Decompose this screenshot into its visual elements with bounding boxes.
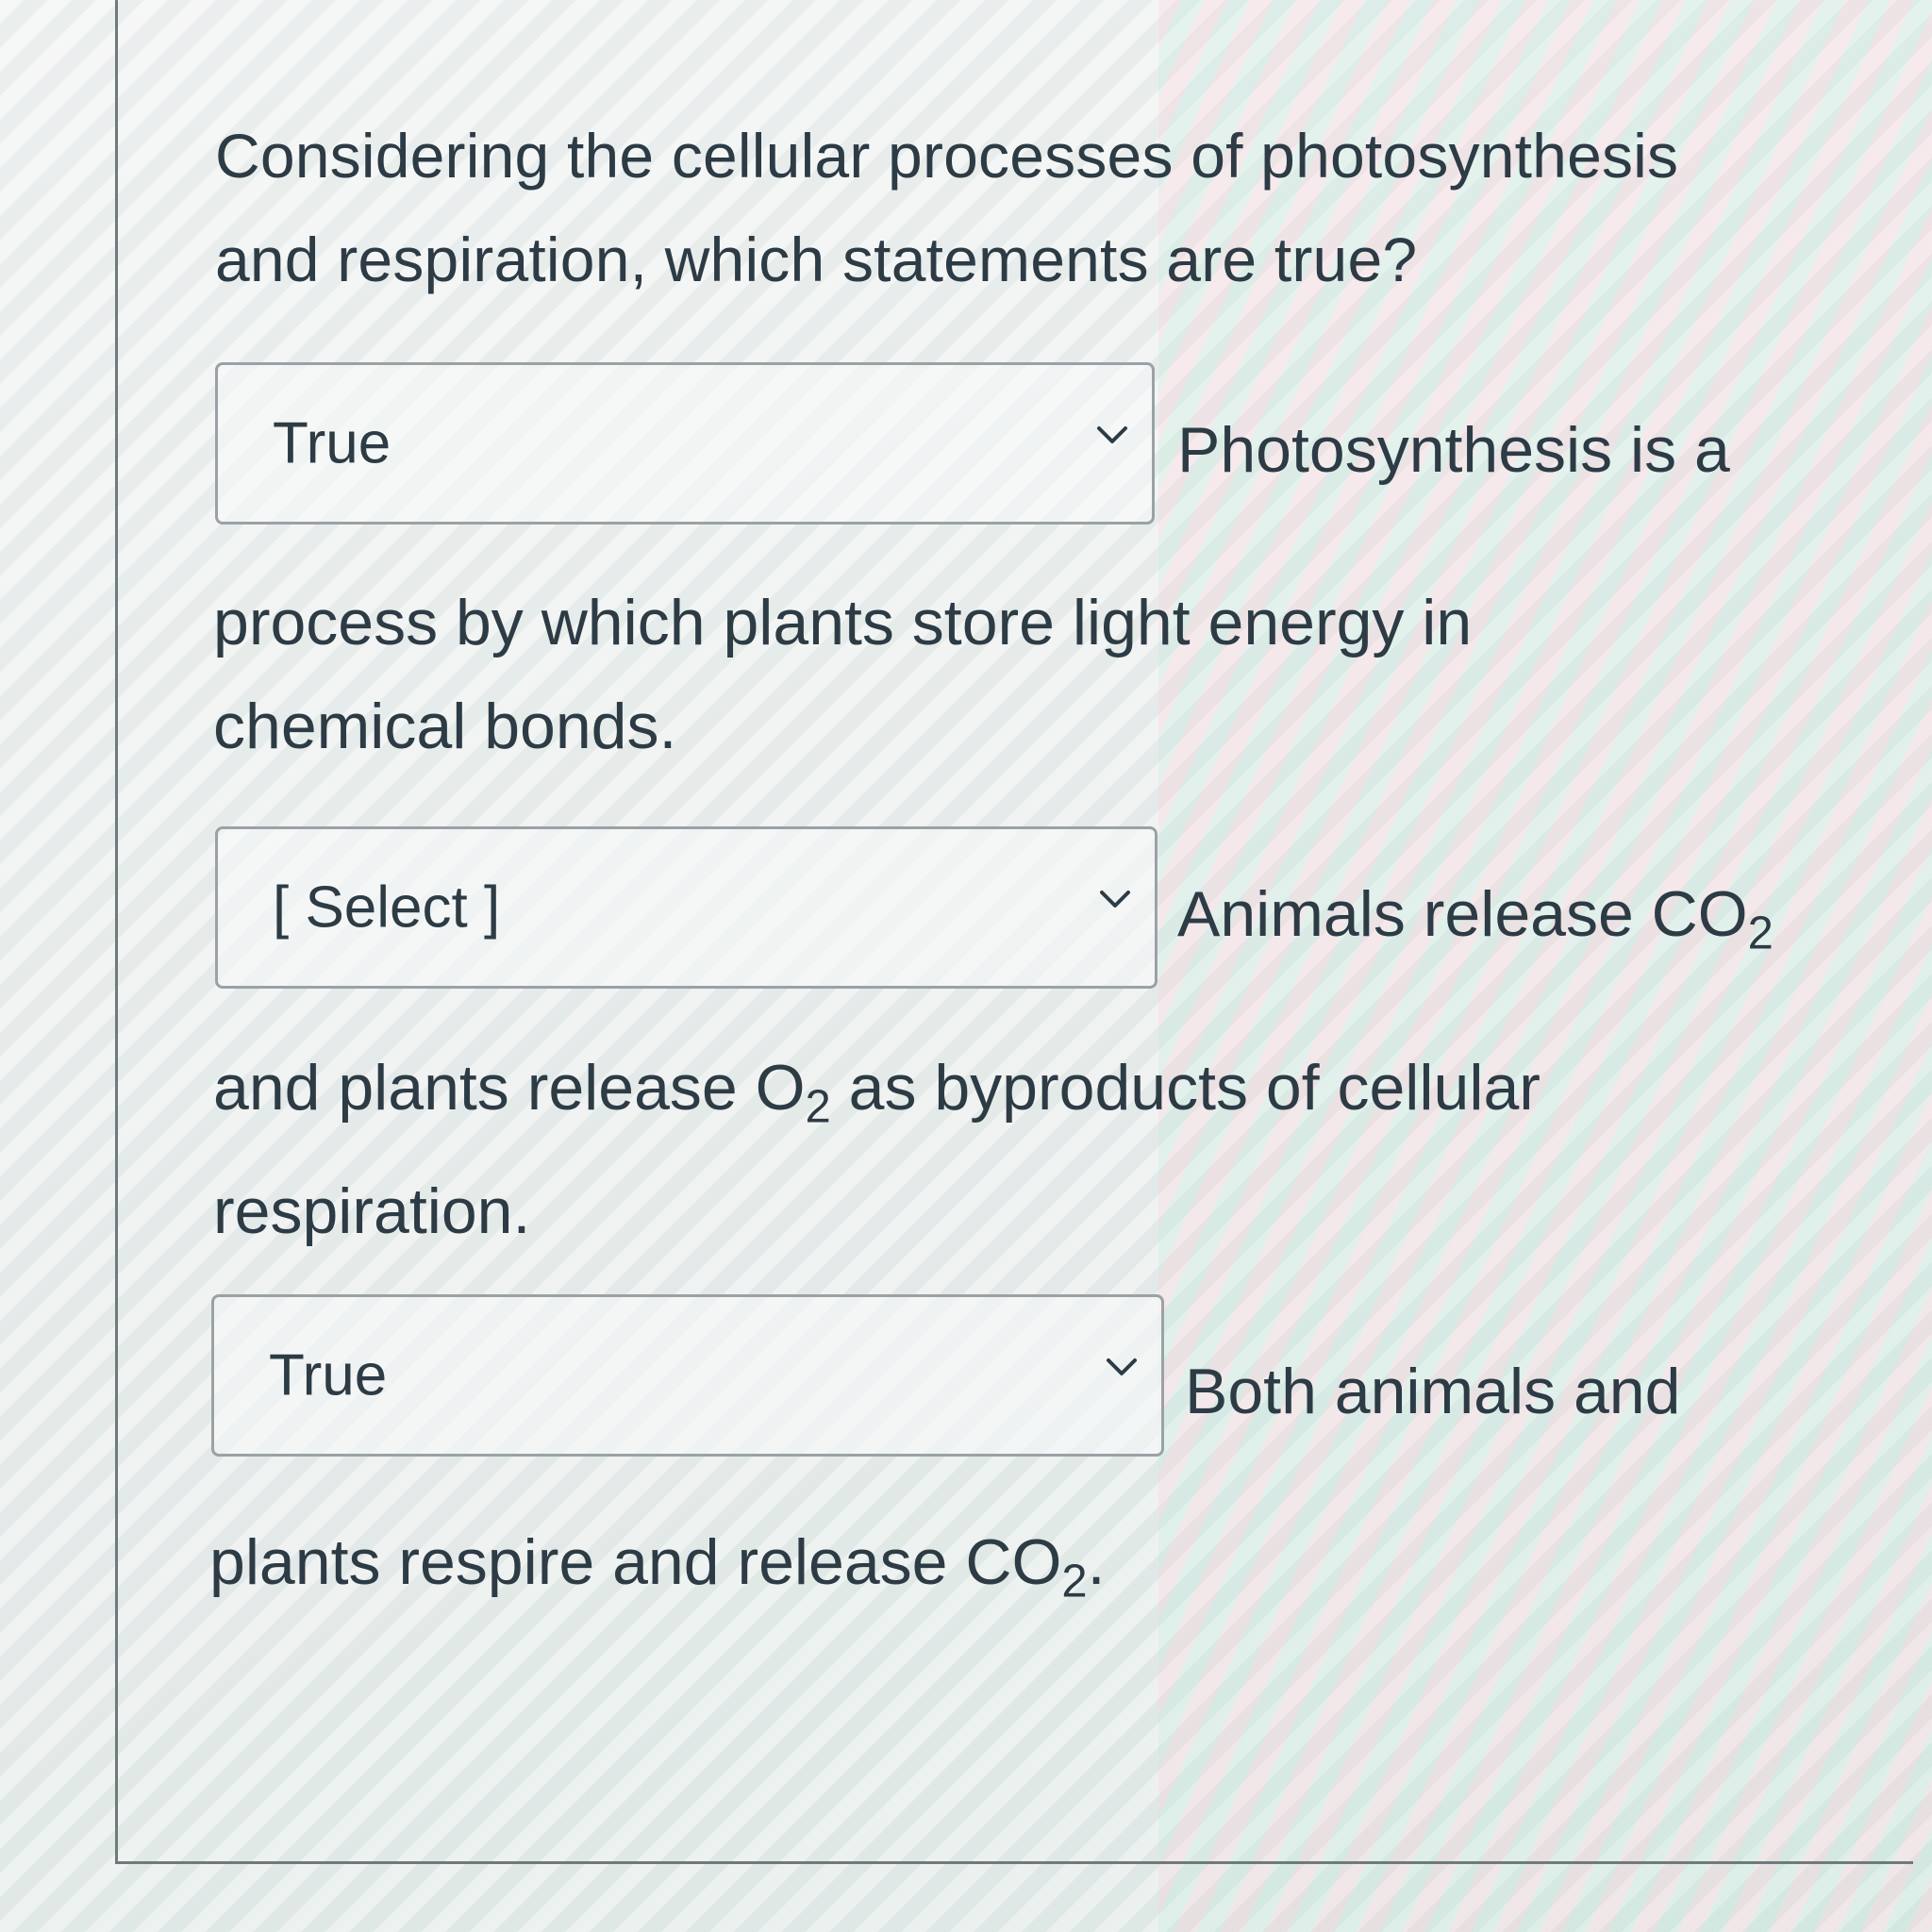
statement-1-line-2: chemical bonds.	[213, 691, 677, 762]
statement-3-line-1: plants respire and release CO2.	[209, 1510, 1813, 1634]
subscript: 2	[805, 1081, 831, 1133]
chevron-down-icon	[1100, 891, 1130, 908]
statement-2-line-1: and plants release O2 as byproducts of c…	[213, 1036, 1817, 1159]
dropdown-value-2: [ Select ]	[273, 874, 501, 941]
answer-dropdown-1[interactable]: True	[215, 362, 1155, 525]
statement-3-line-1-pre: plants respire and release CO	[209, 1526, 1062, 1598]
statement-2-line-1-post: as byproducts of cellular	[830, 1052, 1541, 1124]
question-line-2: and respiration, which statements are tr…	[215, 225, 1418, 294]
dropdown-value-3: True	[269, 1342, 388, 1408]
statement-3-inline: Both animals and	[1185, 1356, 1681, 1427]
answer-dropdown-3[interactable]: True	[211, 1294, 1164, 1457]
statement-3-line-1-post: .	[1087, 1526, 1106, 1598]
statement-2-line-2: respiration.	[213, 1174, 531, 1247]
subscript: 2	[1747, 908, 1774, 959]
answer-dropdown-2[interactable]: [ Select ]	[215, 826, 1158, 989]
subscript: 2	[1061, 1556, 1088, 1607]
statement-2-line-1-pre: and plants release O	[213, 1052, 806, 1124]
statement-2-inline: Animals release CO2	[1177, 877, 1774, 960]
dropdown-value-1: True	[273, 410, 391, 476]
statement-1-line-1: process by which plants store light ener…	[213, 587, 1473, 658]
statement-1-wrap: process by which plants store light ener…	[213, 571, 1817, 778]
statement-3-wrap: plants respire and release CO2.	[209, 1510, 1813, 1634]
chevron-down-icon	[1097, 426, 1127, 443]
chevron-down-icon	[1107, 1358, 1137, 1375]
question-text: Considering the cellular processes of ph…	[215, 104, 1875, 311]
statement-2-wrap: and plants release O2 as byproducts of c…	[213, 1036, 1817, 1263]
statement-1-inline: Photosynthesis is a	[1177, 414, 1730, 486]
quiz-page: Considering the cellular processes of ph…	[0, 0, 1932, 1932]
statement-2-inline-text: Animals release CO	[1177, 878, 1748, 950]
question-line-1: Considering the cellular processes of ph…	[215, 121, 1679, 191]
